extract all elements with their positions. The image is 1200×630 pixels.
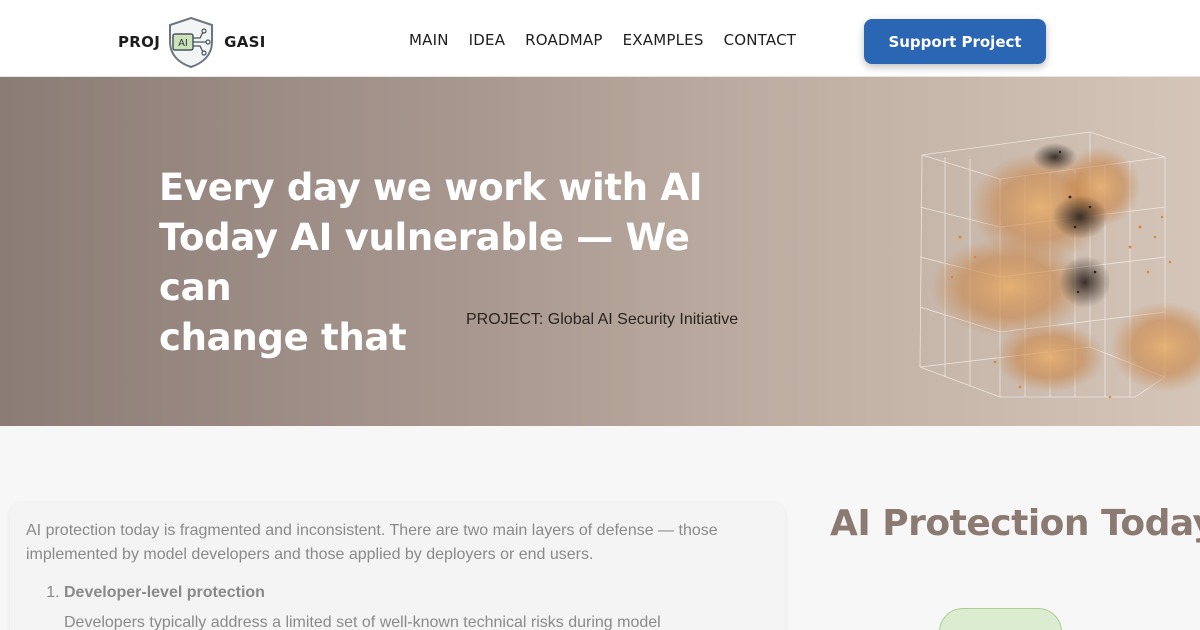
- support-project-button[interactable]: Support Project: [864, 19, 1046, 64]
- site-header: PROJ AI GASI MAIN IDEA ROADMAP EXAMPLES …: [0, 0, 1200, 77]
- list-item: Developer-level protection Developers ty…: [64, 581, 769, 630]
- nav-main[interactable]: MAIN: [409, 31, 449, 49]
- section-heading: AI Protection Today: [830, 503, 1200, 544]
- nav-idea[interactable]: IDEA: [469, 31, 506, 49]
- shield-logo-icon: AI: [169, 16, 214, 68]
- logo-text-right: GASI: [224, 33, 266, 51]
- list-item-description: Developers typically address a limited s…: [64, 614, 661, 630]
- protection-info-card: AI protection today is fragmented and in…: [10, 503, 785, 630]
- hero-title: Every day we work with AI Today AI vulne…: [159, 163, 759, 363]
- hero-subtitle: PROJECT: Global AI Security Initiative: [466, 311, 739, 328]
- main-nav: MAIN IDEA ROADMAP EXAMPLES CONTACT: [409, 31, 796, 49]
- list-item-title: Developer-level protection: [64, 584, 265, 601]
- hero-banner: Every day we work with AI Today AI vulne…: [0, 77, 1200, 426]
- hero-title-line-1: Every day we work with AI: [159, 166, 703, 209]
- logo-text-left: PROJ: [118, 33, 161, 51]
- nav-roadmap[interactable]: ROADMAP: [525, 31, 602, 49]
- nav-contact[interactable]: CONTACT: [724, 31, 797, 49]
- particle-cube-illustration: [919, 131, 1200, 399]
- logo-badge-text: AI: [178, 38, 188, 49]
- status-pill[interactable]: [939, 608, 1062, 630]
- logo[interactable]: PROJ AI GASI: [118, 16, 266, 68]
- hero-title-line-2: Today AI vulnerable — We can: [159, 216, 690, 309]
- nav-examples[interactable]: EXAMPLES: [623, 31, 704, 49]
- protection-list: Developer-level protection Developers ty…: [64, 581, 769, 630]
- protection-intro: AI protection today is fragmented and in…: [26, 522, 718, 563]
